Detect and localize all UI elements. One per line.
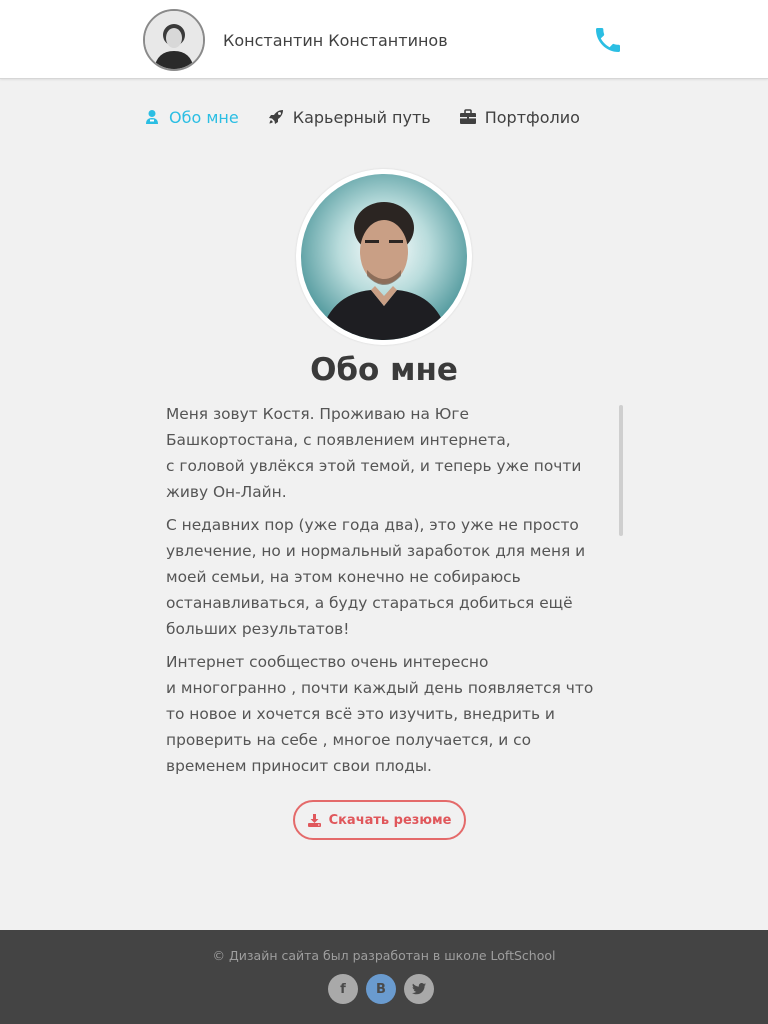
nav-item-label: Портфолио (484, 107, 580, 127)
header: Константин Константинов (0, 0, 768, 79)
nav-item-portfolio[interactable]: Портфолио (459, 108, 580, 127)
about-paragraph: Меня зовут Костя. Проживаю на Юге Башкор… (166, 405, 582, 501)
phone-icon (596, 28, 620, 52)
about-title: Обо мне (310, 352, 458, 388)
header-name: Константин Константинов (223, 31, 448, 50)
about-text[interactable]: Меня зовут Костя. Проживаю на Юге Башкор… (166, 401, 610, 786)
about-paragraph: Интернет сообщество очень интересно и мн… (166, 653, 594, 775)
twitter-icon[interactable] (404, 974, 434, 1004)
copyright-text: © Дизайн сайта был разработан в школе Lo… (212, 948, 556, 963)
avatar-photo-icon (145, 11, 203, 69)
briefcase-icon (459, 108, 477, 126)
footer: © Дизайн сайта был разработан в школе Lo… (0, 930, 768, 1024)
vk-icon[interactable]: B (366, 974, 396, 1004)
social-label: B (376, 981, 386, 997)
header-avatar[interactable] (143, 9, 205, 71)
profile-photo (296, 169, 472, 345)
rocket-icon (267, 108, 285, 126)
social-label: f (340, 981, 346, 997)
download-resume-button[interactable]: Скачать резюме (293, 800, 466, 840)
resume-button-label: Скачать резюме (328, 812, 452, 828)
about-scrollbar[interactable] (619, 405, 623, 536)
nav-item-label: Карьерный путь (292, 107, 431, 127)
nav-item-label: Обо мне (169, 107, 239, 127)
about-paragraph: С недавних пор (уже года два), это уже н… (166, 516, 586, 638)
social-links: f B (328, 974, 434, 1004)
phone-button[interactable] (590, 22, 626, 58)
download-icon (307, 813, 321, 827)
main-nav: Обо мне Карьерный путь Портфолио (143, 106, 580, 128)
profile-photo-image (301, 174, 467, 340)
nav-item-career[interactable]: Карьерный путь (267, 108, 431, 127)
user-icon (143, 108, 161, 126)
nav-item-about[interactable]: Обо мне (143, 108, 239, 127)
facebook-icon[interactable]: f (328, 974, 358, 1004)
